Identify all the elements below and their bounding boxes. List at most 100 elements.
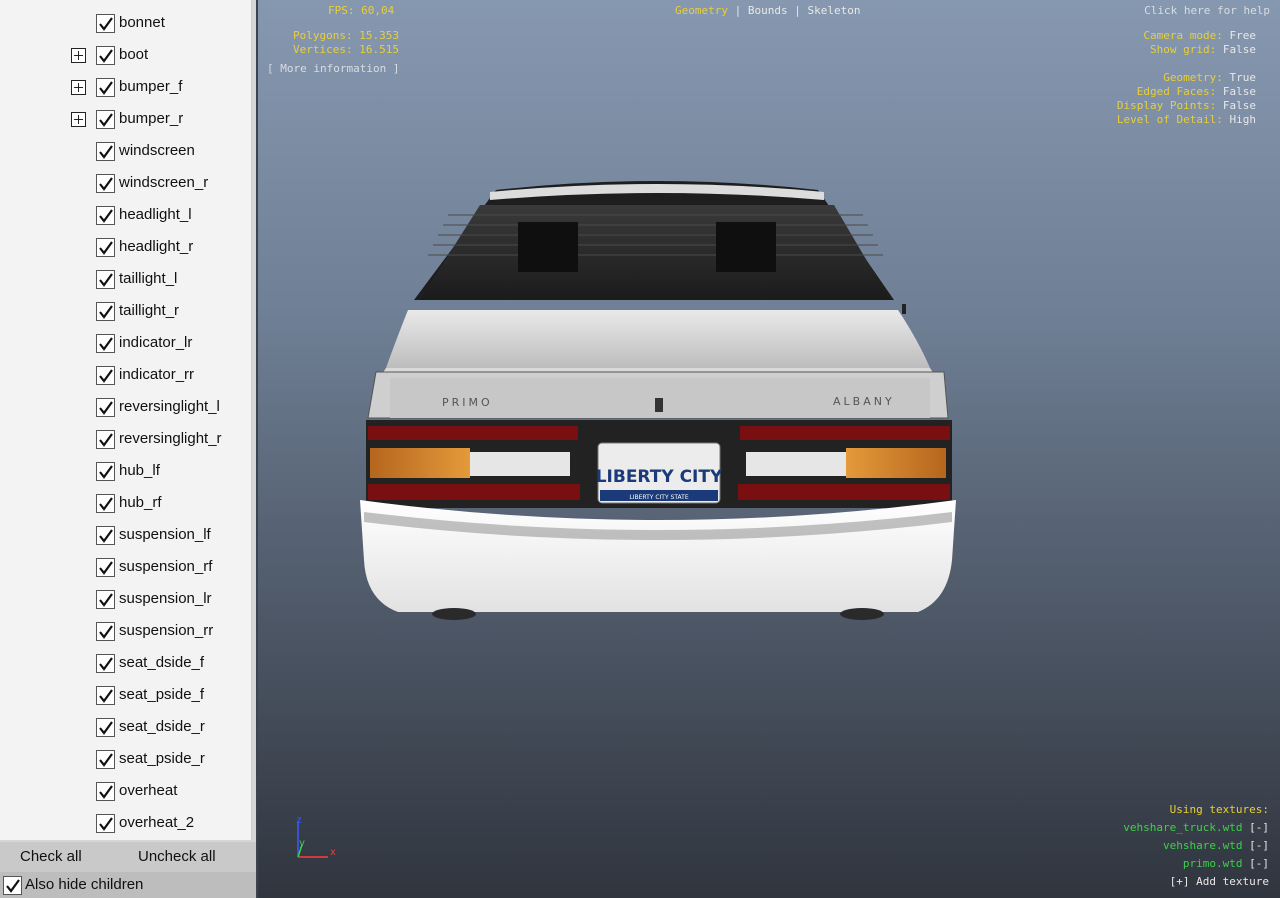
tree-item-windscreen-r[interactable]: windscreen_r <box>0 168 251 200</box>
object-tree[interactable]: bonnet boot bumper_f bumper_r windscreen wind… <box>0 0 252 840</box>
tree-item-checkbox[interactable] <box>96 398 115 417</box>
tree-item-checkbox[interactable] <box>96 558 115 577</box>
remove-texture-button[interactable]: [-] <box>1243 839 1269 852</box>
tree-item-checkbox[interactable] <box>96 14 115 33</box>
also-hide-children-checkbox[interactable] <box>3 876 22 895</box>
tree-item-headlight-r[interactable]: headlight_r <box>0 232 251 264</box>
remove-texture-button[interactable]: [-] <box>1243 821 1269 834</box>
checkmark-icon <box>99 721 113 735</box>
tree-item-suspension-rf[interactable]: suspension_rf <box>0 552 251 584</box>
tree-item-bonnet[interactable]: bonnet <box>0 8 251 40</box>
tree-item-checkbox[interactable] <box>96 622 115 641</box>
tree-item-checkbox[interactable] <box>96 718 115 737</box>
tree-item-taillight-l[interactable]: taillight_l <box>0 264 251 296</box>
check-all-button[interactable]: Check all <box>20 842 82 872</box>
tree-item-checkbox[interactable] <box>96 750 115 769</box>
tree-item-checkbox[interactable] <box>96 654 115 673</box>
tree-item-label: hub_lf <box>119 462 160 479</box>
tree-item-checkbox[interactable] <box>96 46 115 65</box>
tree-item-checkbox[interactable] <box>96 462 115 481</box>
tree-item-label: taillight_r <box>119 302 180 319</box>
tree-item-checkbox[interactable] <box>96 686 115 705</box>
tree-item-seat-pside-r[interactable]: seat_pside_r <box>0 744 251 776</box>
tree-item-seat-dside-r[interactable]: seat_dside_r <box>0 712 251 744</box>
tree-item-indicator-lr[interactable]: indicator_lr <box>0 328 251 360</box>
texture-item: vehshare.wtd [-] <box>1163 839 1269 853</box>
texture-file-name[interactable]: primo.wtd <box>1183 857 1243 870</box>
tree-item-label: overheat_2 <box>119 814 195 831</box>
tree-item-checkbox[interactable] <box>96 526 115 545</box>
tree-item-bumper-f[interactable]: bumper_f <box>0 72 251 104</box>
tree-item-label: seat_dside_r <box>119 718 205 735</box>
also-hide-children-row[interactable]: Also hide children <box>0 872 256 898</box>
tree-item-reversinglight-l[interactable]: reversinglight_l <box>0 392 251 424</box>
tree-item-checkbox[interactable] <box>96 302 115 321</box>
tree-item-checkbox[interactable] <box>96 206 115 225</box>
tree-item-overheat-2[interactable]: overheat_2 <box>0 808 251 840</box>
texture-item: primo.wtd [-] <box>1183 857 1269 871</box>
expand-icon[interactable] <box>71 48 86 63</box>
checkmark-icon <box>99 529 113 543</box>
checkmark-icon <box>99 625 113 639</box>
tree-item-hub-rf[interactable]: hub_rf <box>0 488 251 520</box>
tree-item-label: suspension_rf <box>119 558 213 575</box>
tree-item-checkbox[interactable] <box>96 238 115 257</box>
tree-item-seat-dside-f[interactable]: seat_dside_f <box>0 648 251 680</box>
tree-item-seat-pside-f[interactable]: seat_pside_f <box>0 680 251 712</box>
expand-icon[interactable] <box>71 112 86 127</box>
tree-item-suspension-lf[interactable]: suspension_lf <box>0 520 251 552</box>
remove-texture-button[interactable]: [-] <box>1243 857 1269 870</box>
texture-item: vehshare_truck.wtd [-] <box>1123 821 1269 835</box>
3d-viewport[interactable]: FPS: 60,04 Polygons: 15.353 Vertices: 16… <box>258 0 1280 898</box>
tree-item-checkbox[interactable] <box>96 174 115 193</box>
tree-item-overheat[interactable]: overheat <box>0 776 251 808</box>
tree-item-windscreen[interactable]: windscreen <box>0 136 251 168</box>
checkmark-icon <box>99 817 113 831</box>
tree-item-checkbox[interactable] <box>96 590 115 609</box>
tree-item-checkbox[interactable] <box>96 782 115 801</box>
checkmark-icon <box>99 145 113 159</box>
tree-item-headlight-l[interactable]: headlight_l <box>0 200 251 232</box>
tree-item-label: taillight_l <box>119 270 178 287</box>
expand-icon[interactable] <box>71 80 86 95</box>
tree-item-checkbox[interactable] <box>96 334 115 353</box>
checkmark-icon <box>99 49 113 63</box>
tree-item-checkbox[interactable] <box>96 142 115 161</box>
tree-item-checkbox[interactable] <box>96 366 115 385</box>
tree-item-checkbox[interactable] <box>96 270 115 289</box>
tree-item-taillight-r[interactable]: taillight_r <box>0 296 251 328</box>
checkmark-icon <box>99 433 113 447</box>
tree-item-label: suspension_rr <box>119 622 214 639</box>
tree-item-label: seat_pside_r <box>119 750 205 767</box>
tree-item-bumper-r[interactable]: bumper_r <box>0 104 251 136</box>
texture-file-name[interactable]: vehshare.wtd <box>1163 839 1242 852</box>
tree-item-checkbox[interactable] <box>96 78 115 97</box>
checkmark-icon <box>99 113 113 127</box>
tree-item-suspension-rr[interactable]: suspension_rr <box>0 616 251 648</box>
checkmark-icon <box>99 241 113 255</box>
checkmark-icon <box>99 657 113 671</box>
texture-file-name[interactable]: vehshare_truck.wtd <box>1123 821 1242 834</box>
uncheck-all-button[interactable]: Uncheck all <box>138 842 216 872</box>
axis-x-label: x <box>330 847 336 858</box>
tree-item-suspension-lr[interactable]: suspension_lr <box>0 584 251 616</box>
checkmark-icon <box>99 177 113 191</box>
tree-item-checkbox[interactable] <box>96 814 115 833</box>
checkmark-icon <box>99 785 113 799</box>
checkmark-icon <box>99 497 113 511</box>
axis-y-label: y <box>299 838 305 849</box>
tree-item-label: overheat <box>119 782 178 799</box>
tree-item-checkbox[interactable] <box>96 494 115 513</box>
checkmark-icon <box>99 81 113 95</box>
tree-item-boot[interactable]: boot <box>0 40 251 72</box>
primo-badge: PRIMO <box>442 396 493 409</box>
checkmark-icon <box>99 305 113 319</box>
tree-item-checkbox[interactable] <box>96 430 115 449</box>
add-texture-button[interactable]: [+] Add texture <box>1170 875 1269 889</box>
tree-item-indicator-rr[interactable]: indicator_rr <box>0 360 251 392</box>
tree-item-hub-lf[interactable]: hub_lf <box>0 456 251 488</box>
tree-item-checkbox[interactable] <box>96 110 115 129</box>
tree-item-reversinglight-r[interactable]: reversinglight_r <box>0 424 251 456</box>
checkmark-icon <box>99 561 113 575</box>
tree-item-label: bumper_r <box>119 110 184 127</box>
